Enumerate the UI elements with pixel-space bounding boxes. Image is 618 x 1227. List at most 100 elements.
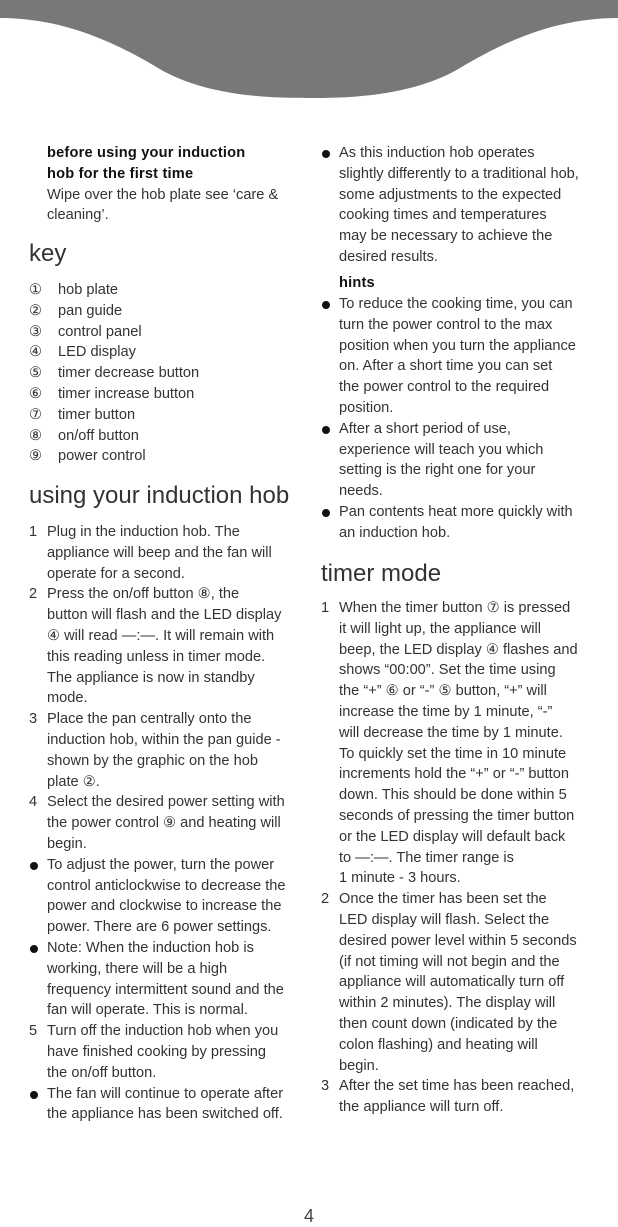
key-item: ⑦ timer button [29,405,289,426]
text-line: button will flash and the LED display [47,607,282,624]
text-line: it will light up, the appliance will [339,620,541,637]
bullet-icon [30,1090,38,1099]
key-label: control panel [58,323,142,340]
bullet-item: After a short period of use, experience w… [321,419,601,502]
text-line: After the set time has been reached, [339,1078,575,1095]
bullet-item: To reduce the cooking time, you can turn … [321,294,601,419]
intro-bullet: As this induction hob operates slightly d… [321,143,601,268]
text-line: Select the desired power setting with [47,794,285,811]
wave-shape [0,0,618,98]
numbered-step: 3 After the set time has been reached, the… [321,1076,601,1118]
text-line: increments hold the “+” or “-” button [339,766,569,783]
text-line: cleaning’. [47,207,109,224]
using-title: using your induction hob [29,482,290,509]
bullet-item: The fan will continue to operate after th… [29,1084,309,1126]
bullet-icon [322,508,330,517]
text-line: shows “00:00”. Set the time using [339,662,556,679]
text-line: the power control ⑨ and heating will [47,815,281,832]
text-line: an induction hob. [339,524,451,541]
key-number-icon: ⑧ [29,427,43,444]
text-line: Wipe over the hob plate see ‘care & [47,186,279,203]
text-line: the power control to the required [339,379,550,396]
text-line: After a short period of use, [339,420,511,437]
text-line: Place the pan centrally onto the [47,711,252,728]
text-line: The fan will continue to operate after [47,1085,284,1102]
numbered-step: 2 Once the timer has been set the LED disp… [321,889,601,1076]
text-line: within 2 minutes). The display will [339,995,556,1012]
key-item: ③ control panel [29,322,289,343]
text-line: or the LED display will default back [339,828,566,845]
text-line: (if not timing will not begin and the [339,953,560,970]
text-line: the appliance has been switched off. [47,1106,283,1123]
text-line: operate for a second. [47,565,185,582]
bullet-icon [322,150,330,158]
text-line: then count down (indicated by the [339,1015,558,1032]
key-item: ④ LED display [29,342,289,363]
key-item: ① hob plate [29,280,289,301]
text-line: colon flashing) and heating will [339,1036,538,1053]
text-line: frequency intermittent sound and the [47,981,284,998]
key-number-icon: ⑤ [29,365,43,382]
text-line: Press the on/off button ⑧, the [47,586,240,603]
first-use-heading: before using your induction hob for the … [47,143,307,185]
text-line: As this induction hob operates [339,145,535,161]
key-number-icon: ① [29,282,43,298]
text-line: slightly differently to a traditional ho… [339,165,579,182]
using-steps-list: 1 Plug in the induction hob. The appliance… [29,522,309,1125]
text-line: Note: When the induction hob is [47,939,254,956]
text-line: Plug in the induction hob. The [47,524,240,540]
bullet-icon [30,944,38,953]
text-line: position when you turn the appliance [339,337,576,354]
text-line: the on/off button. [47,1064,157,1081]
text-line: power. There are 6 power settings. [47,919,272,936]
key-item: ② pan guide [29,301,289,322]
text-line: appliance will automatically turn off [339,974,565,991]
key-number-icon: ⑦ [29,406,43,423]
timer-steps-list: 1 When the timer button ⑦ is pressed it wi… [321,598,601,1118]
text-line: turn the power control to the max [339,316,553,333]
text-line: increase the time by 1 minute, “-” [339,703,553,720]
text-line: Once the timer has been set the [339,891,547,908]
text-line: fan will operate. This is normal. [47,1002,248,1019]
key-item: ⑥ timer increase button [29,384,289,405]
text-line: When the timer button ⑦ is pressed [339,600,571,616]
text-line: this reading unless in timer mode. [47,648,266,665]
bullet-item: As this induction hob operates slightly d… [321,143,601,268]
key-label: timer decrease button [58,365,200,382]
key-label: timer increase button [58,385,195,402]
key-number-icon: ⑥ [29,385,43,402]
key-label: LED display [58,344,136,361]
text-line: will decrease the time by 1 minute. [339,724,563,741]
step-number: 3 [29,711,38,728]
key-title: key [29,240,67,267]
text-line: on. After a short time you can set [339,358,553,375]
text-line: cooking times and temperatures [339,207,547,224]
key-number-icon: ④ [29,344,43,361]
text-line: control anticlockwise to decrease the [47,877,286,894]
text-line: shown by the graphic on the hob [47,752,258,769]
text-line: Turn off the induction hob when you [47,1023,279,1040]
hints-list: To reduce the cooking time, you can turn … [321,294,601,544]
text-line: Pan contents heat more quickly with [339,503,573,520]
numbered-step: 3 Place the pan centrally onto the inducti… [29,709,309,792]
step-number: 2 [29,586,38,603]
text-line: To reduce the cooking time, you can [339,296,573,312]
text-line: mode. [47,690,88,707]
step-number: 5 [29,1023,38,1040]
text-line: desired results. [339,248,438,265]
step-number: 1 [29,524,38,540]
numbered-step: 2 Press the on/off button ⑧, the button wi… [29,584,309,709]
bullet-item: To adjust the power, turn the power contr… [29,855,309,938]
header-wave-banner [0,0,618,98]
text-line: the “+” ⑥ or “-” ⑤ button, “+” will [339,683,547,700]
bullet-item: Pan contents heat more quickly with an in… [321,502,601,544]
key-label: power control [58,448,146,465]
text-line: the appliance will turn off. [339,1099,504,1116]
text-line: To quickly set the time in 10 minute [339,745,567,762]
step-number: 1 [321,600,330,616]
text-line: may be necessary to achieve the [339,228,553,245]
text-line: begin. [339,1057,379,1074]
first-use-body: Wipe over the hob plate see ‘care & clea… [47,185,307,227]
numbered-step: 1 When the timer button ⑦ is pressed it wi… [321,598,601,889]
first-use-heading-line: before using your induction [47,145,246,161]
